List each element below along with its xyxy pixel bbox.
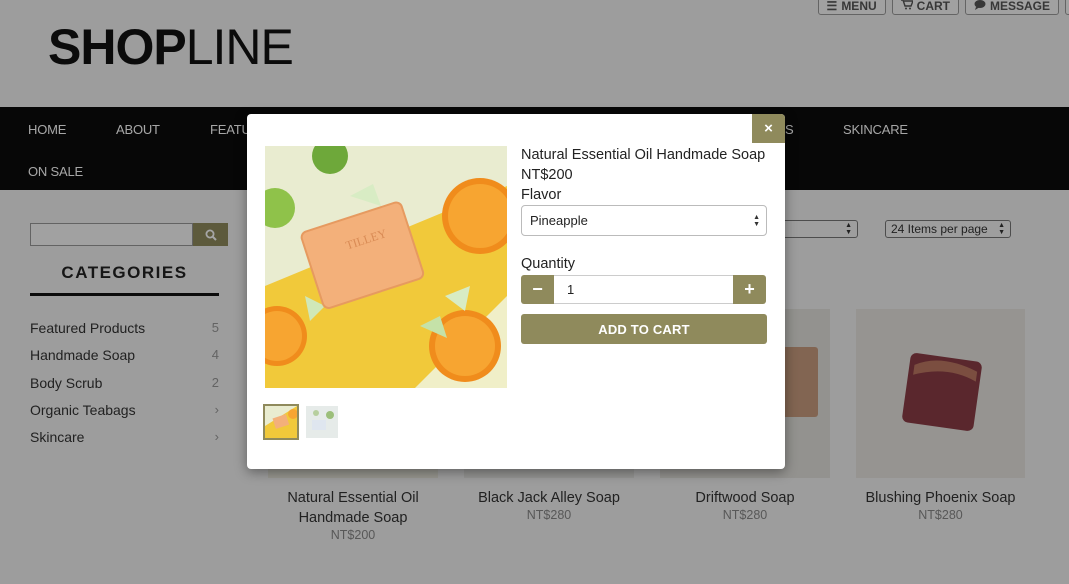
plus-icon: + xyxy=(744,279,755,299)
soap-photo-illustration: TILLEY xyxy=(265,146,507,388)
thumbnail-2[interactable] xyxy=(306,406,338,438)
quantity-minus-button[interactable]: − xyxy=(521,275,554,304)
quantity-input[interactable]: 1 xyxy=(554,275,733,304)
thumbnail-1[interactable] xyxy=(263,404,299,440)
quick-view-modal: × TILLEY Natural Essential Oil Handmade … xyxy=(247,114,785,469)
add-to-cart-button[interactable]: ADD TO CART xyxy=(521,314,767,344)
flavor-label: Flavor xyxy=(521,187,562,203)
flavor-select-value: Pineapple xyxy=(530,213,588,228)
modal-product-price: NT$200 xyxy=(521,167,573,183)
close-button[interactable]: × xyxy=(752,114,785,143)
flavor-select[interactable]: Pineapple ▲ ▼ xyxy=(521,205,767,236)
minus-icon: − xyxy=(532,279,543,299)
close-icon: × xyxy=(764,120,773,137)
quantity-label: Quantity xyxy=(521,256,575,272)
quantity-plus-button[interactable]: + xyxy=(733,275,766,304)
select-arrows-icon: ▲ ▼ xyxy=(753,213,760,228)
modal-product-title: Natural Essential Oil Handmade Soap xyxy=(521,147,766,163)
product-main-image: TILLEY xyxy=(265,146,507,388)
